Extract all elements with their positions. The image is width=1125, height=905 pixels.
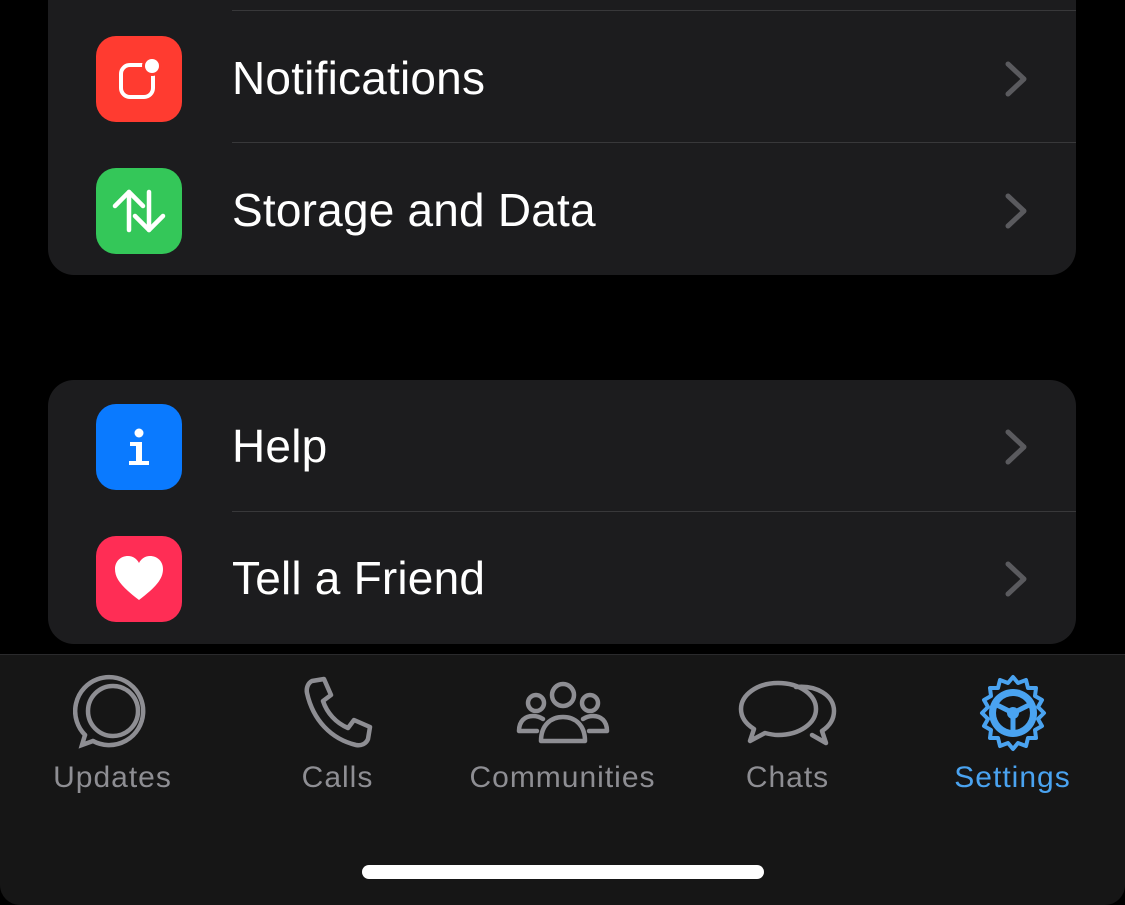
updates-icon (72, 674, 145, 749)
notifications-label: Notifications (232, 52, 486, 104)
tab-communities-label: Communities (469, 761, 656, 794)
tab-calls-label: Calls (301, 761, 374, 794)
bottom-tab-bar: Updates Calls Communities Chats Settings (0, 654, 1125, 905)
chevron-right-icon (1005, 61, 1027, 97)
tab-updates-label: Updates (53, 761, 172, 794)
heart-icon (96, 536, 182, 622)
chevron-right-icon (1005, 561, 1027, 597)
chevron-right-icon (1005, 193, 1027, 229)
separator (232, 142, 1076, 143)
settings-row-help[interactable]: Help (48, 380, 1076, 512)
tab-updates[interactable]: Updates (0, 655, 225, 815)
tab-settings[interactable]: Settings (900, 655, 1125, 815)
storage-and-data-label: Storage and Data (232, 184, 596, 236)
help-label: Help (232, 420, 328, 472)
settings-row-tell-a-friend[interactable]: Tell a Friend (48, 512, 1076, 644)
tab-chats[interactable]: Chats (675, 655, 900, 815)
settings-row-storage-and-data[interactable]: Storage and Data (48, 144, 1076, 275)
chats-icon (738, 680, 836, 746)
settings-row-notifications[interactable]: Notifications (48, 12, 1076, 144)
phone-icon (304, 676, 372, 748)
info-icon (96, 404, 182, 490)
settings-group-preferences: Notifications Storage and Data (48, 0, 1076, 275)
tab-calls[interactable]: Calls (225, 655, 450, 815)
up-down-arrows-icon (96, 168, 182, 254)
notification-badge-icon (96, 36, 182, 122)
tab-chats-label: Chats (745, 761, 830, 794)
settings-group-support: Help Tell a Friend (48, 380, 1076, 644)
tell-a-friend-label: Tell a Friend (232, 552, 486, 604)
chevron-right-icon (1005, 429, 1027, 465)
tab-settings-label: Settings (954, 761, 1071, 794)
home-indicator[interactable] (362, 865, 764, 879)
communities-icon (516, 681, 609, 744)
settings-gear-icon (979, 675, 1046, 751)
separator (232, 10, 1076, 11)
tab-communities[interactable]: Communities (450, 655, 675, 815)
